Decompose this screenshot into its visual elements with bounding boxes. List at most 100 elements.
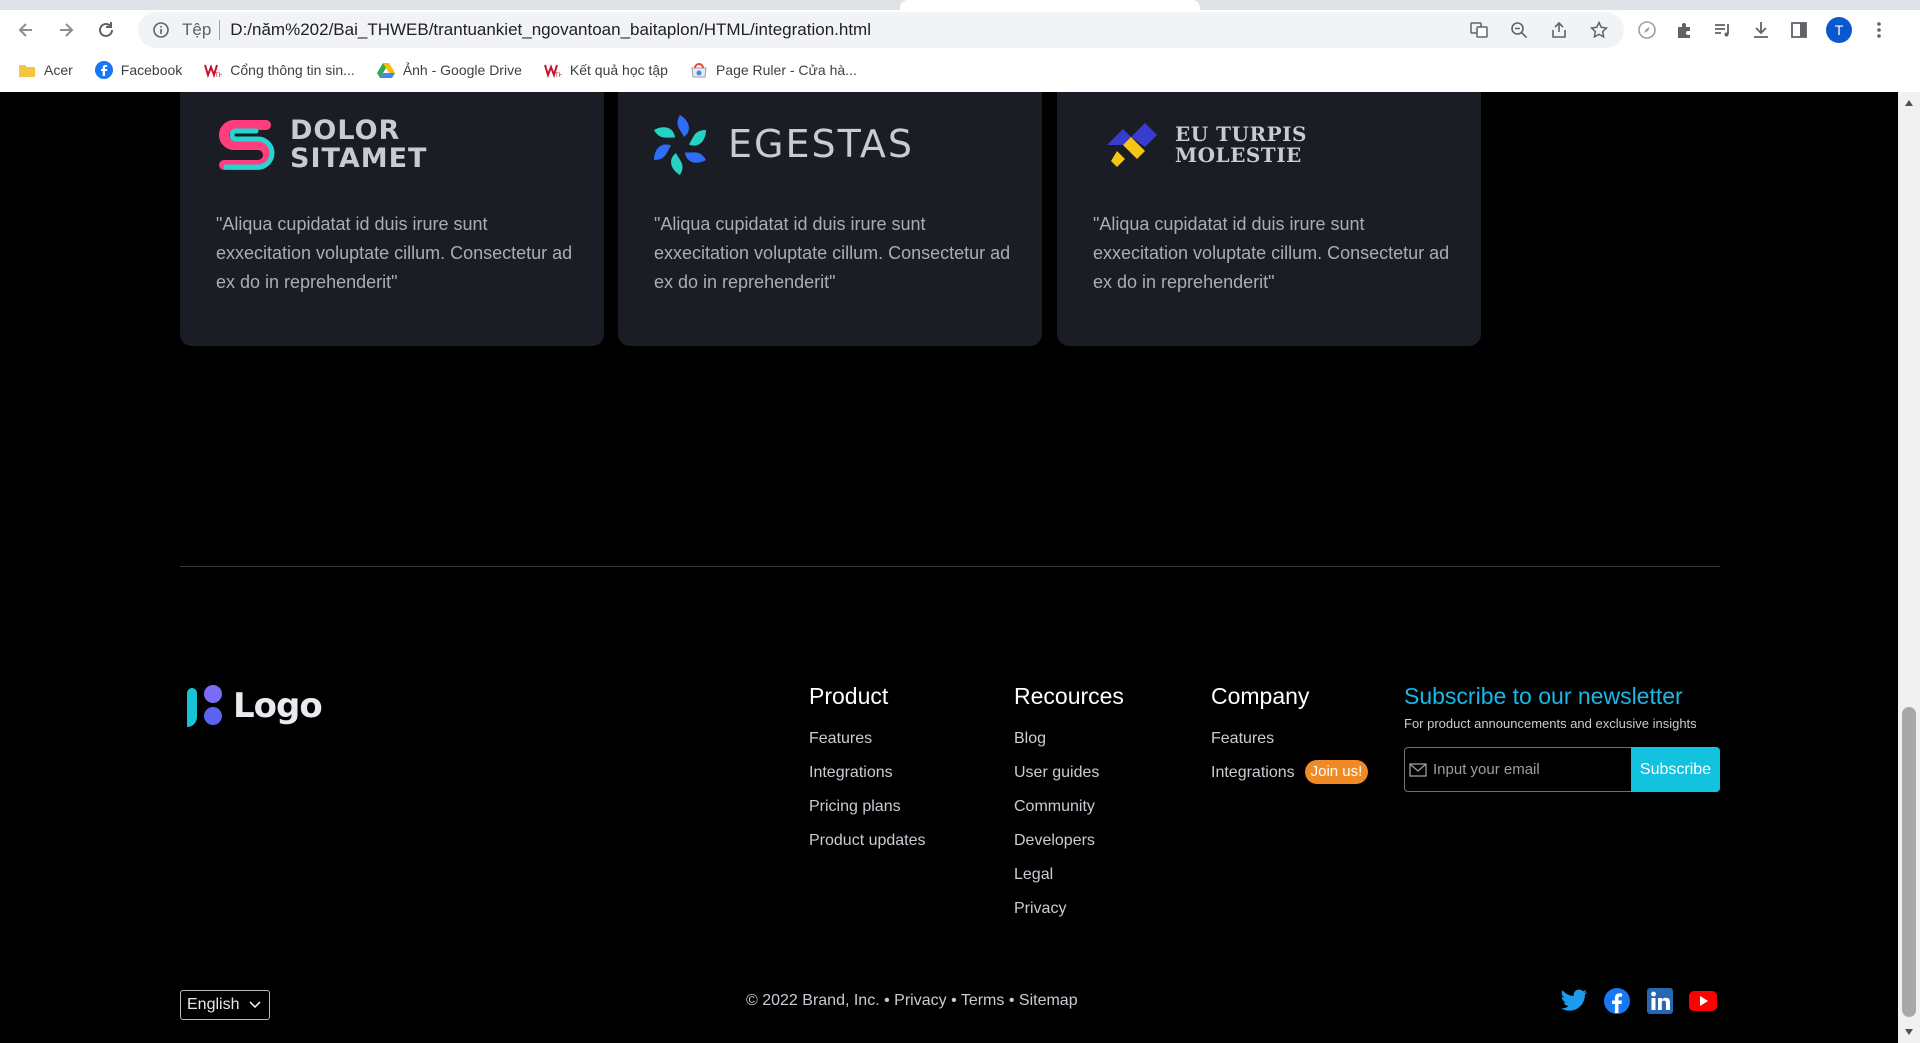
email-field-wrapper bbox=[1404, 747, 1631, 792]
social-links bbox=[1560, 987, 1717, 1015]
bookmark-label: Cổng thông tin sin... bbox=[230, 62, 355, 78]
folder-icon bbox=[18, 61, 36, 79]
zoom-out-icon[interactable] bbox=[1508, 19, 1530, 41]
site-info-icon[interactable] bbox=[150, 19, 172, 41]
university-icon: TH bbox=[543, 61, 562, 79]
url-separator bbox=[219, 20, 221, 40]
footer-link-integrations[interactable]: Integrations bbox=[809, 762, 926, 796]
column-title: Company bbox=[1211, 683, 1310, 709]
back-icon[interactable] bbox=[6, 10, 46, 50]
footer-link-integrations-row: Integrations Join us! bbox=[1211, 760, 1369, 796]
card-quote: "Aliqua cupidatat id duis irure sunt exx… bbox=[1093, 214, 1450, 292]
extension-icons: T bbox=[1636, 10, 1890, 50]
facebook-icon bbox=[94, 61, 113, 79]
svg-text:TH: TH bbox=[554, 72, 562, 78]
url-text[interactable]: D:/năm%202/Bai_THWEB/trantuankiet_ngovan… bbox=[230, 20, 871, 40]
bullet-separator: • bbox=[884, 992, 895, 1009]
newsletter-title: Subscribe to our newsletter bbox=[1404, 683, 1683, 709]
tab-strip bbox=[0, 0, 1920, 10]
footer-column-company: Company Features Integrations Join us! bbox=[1211, 683, 1369, 796]
logo-text: EU TURPIS MOLESTIE bbox=[1175, 122, 1307, 167]
compass-extension-icon[interactable] bbox=[1636, 19, 1658, 41]
footer-link-user-guides[interactable]: User guides bbox=[1014, 762, 1124, 796]
copyright-bar: © 2022 Brand, Inc. • Privacy • Terms • S… bbox=[746, 992, 1078, 1010]
chevron-down-icon bbox=[249, 1001, 262, 1009]
google-drive-icon bbox=[376, 61, 395, 79]
footer-link-blog[interactable]: Blog bbox=[1014, 728, 1124, 762]
column-title: Product bbox=[809, 683, 889, 709]
bookmark-ket-qua-hoc-tap[interactable]: TH Kết quả học tập bbox=[543, 61, 668, 79]
share-icon[interactable] bbox=[1548, 19, 1570, 41]
bullet-separator: • bbox=[1008, 992, 1019, 1009]
newsletter-section: Subscribe to our newsletter For product … bbox=[1404, 683, 1720, 792]
logo-text: Logo bbox=[233, 686, 323, 726]
eu-turpis-diamond-icon bbox=[1107, 123, 1157, 167]
dolor-sitamet-logo: DOLOR SITAMET bbox=[216, 110, 427, 180]
youtube-icon[interactable] bbox=[1689, 987, 1717, 1015]
integration-card: EGESTAS "Aliqua cupidatat id duis irure … bbox=[618, 92, 1042, 346]
bookmark-page-ruler[interactable]: Page Ruler - Cửa hà... bbox=[690, 61, 857, 79]
puzzle-extensions-icon[interactable] bbox=[1674, 19, 1696, 41]
language-select[interactable]: English bbox=[180, 990, 270, 1020]
privacy-link[interactable]: Privacy bbox=[894, 992, 946, 1009]
page-scrollbar[interactable] bbox=[1898, 92, 1920, 1043]
download-icon[interactable] bbox=[1750, 19, 1772, 41]
reload-icon[interactable] bbox=[86, 10, 126, 50]
footer-link-features[interactable]: Features bbox=[809, 728, 926, 762]
page-viewport: DOLOR SITAMET "Aliqua cupidatat id duis … bbox=[0, 92, 1898, 1043]
footer-link-privacy[interactable]: Privacy bbox=[1014, 898, 1124, 932]
sitemap-link[interactable]: Sitemap bbox=[1019, 992, 1078, 1009]
scroll-up-arrow-icon[interactable] bbox=[1905, 100, 1913, 106]
bookmark-label: Facebook bbox=[120, 62, 183, 78]
scrollbar-thumb[interactable] bbox=[1902, 707, 1916, 1017]
terms-link[interactable]: Terms bbox=[961, 992, 1005, 1009]
footer-link-legal[interactable]: Legal bbox=[1014, 864, 1124, 898]
mail-icon bbox=[1409, 762, 1427, 777]
footer-link-integrations[interactable]: Integrations bbox=[1211, 762, 1295, 784]
linkedin-icon[interactable] bbox=[1646, 987, 1674, 1015]
section-divider bbox=[180, 566, 1720, 567]
logo-text: DOLOR SITAMET bbox=[290, 114, 428, 174]
newsletter-form: Subscribe bbox=[1404, 747, 1720, 792]
media-playlist-icon[interactable] bbox=[1712, 19, 1734, 41]
address-bar[interactable]: Tệp D:/năm%202/Bai_THWEB/trantuankiet_ng… bbox=[138, 12, 1624, 48]
footer-link-product-updates[interactable]: Product updates bbox=[809, 830, 926, 864]
footer-link-features[interactable]: Features bbox=[1211, 728, 1368, 762]
translate-icon[interactable] bbox=[1468, 19, 1490, 41]
email-input[interactable] bbox=[1433, 761, 1623, 778]
bullet-separator: • bbox=[951, 992, 961, 1009]
scroll-down-arrow-icon[interactable] bbox=[1905, 1029, 1913, 1035]
footer-column-product: Product Features Integrations Pricing pl… bbox=[809, 683, 926, 864]
subscribe-button[interactable]: Subscribe bbox=[1631, 747, 1720, 792]
browser-chrome: Tệp D:/năm%202/Bai_THWEB/trantuankiet_ng… bbox=[0, 0, 1920, 92]
eu-turpis-molestie-logo: EU TURPIS MOLESTIE bbox=[1103, 110, 1307, 180]
side-panel-icon[interactable] bbox=[1788, 19, 1810, 41]
footer-link-developers[interactable]: Developers bbox=[1014, 830, 1124, 864]
footer-link-pricing-plans[interactable]: Pricing plans bbox=[809, 796, 926, 830]
bookmarks-bar: Acer Facebook TH Cổng thông tin sin... Ả… bbox=[0, 56, 1920, 84]
url-scheme: Tệp bbox=[182, 20, 212, 39]
footer-link-community[interactable]: Community bbox=[1014, 796, 1124, 830]
active-tab[interactable] bbox=[900, 0, 1200, 10]
menu-kebab-icon[interactable] bbox=[1868, 19, 1890, 41]
bookmark-label: Acer bbox=[44, 62, 73, 78]
profile-avatar[interactable]: T bbox=[1826, 17, 1852, 43]
bookmark-acer[interactable]: Acer bbox=[18, 61, 73, 79]
bookmark-facebook[interactable]: Facebook bbox=[94, 61, 183, 79]
column-title: Recources bbox=[1014, 683, 1124, 709]
facebook-icon[interactable] bbox=[1603, 987, 1631, 1015]
egestas-logo: EGESTAS bbox=[646, 110, 914, 180]
bookmark-cong-thong-tin[interactable]: TH Cổng thông tin sin... bbox=[204, 61, 355, 79]
footer-logo[interactable]: Logo bbox=[183, 683, 323, 729]
bookmark-google-drive[interactable]: Ảnh - Google Drive bbox=[376, 61, 522, 79]
dolor-sitamet-s-icon bbox=[219, 120, 275, 170]
copyright-text: © 2022 Brand, Inc. bbox=[746, 992, 880, 1009]
forward-icon[interactable] bbox=[46, 10, 86, 50]
logo-mark-icon bbox=[187, 685, 222, 727]
integration-card: DOLOR SITAMET "Aliqua cupidatat id duis … bbox=[180, 92, 604, 346]
egestas-flower-icon bbox=[654, 115, 706, 175]
language-value: English bbox=[187, 996, 240, 1013]
twitter-icon[interactable] bbox=[1560, 987, 1588, 1015]
bookmark-star-icon[interactable] bbox=[1588, 19, 1610, 41]
join-us-badge[interactable]: Join us! bbox=[1304, 760, 1369, 784]
